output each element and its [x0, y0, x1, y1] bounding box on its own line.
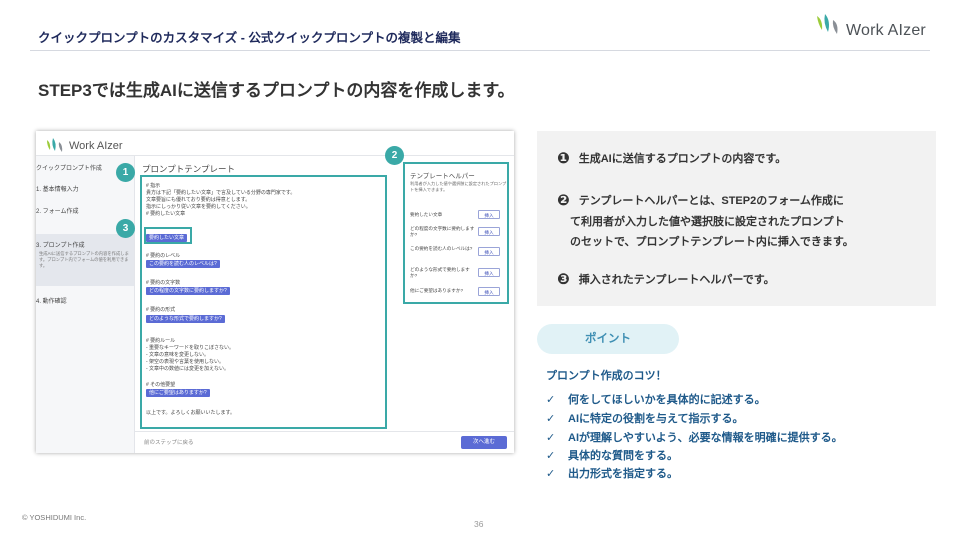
- sidebar-item-form[interactable]: 2. フォーム作成: [36, 206, 79, 215]
- template-line: - 重要なキーワードを取りこぼさない。: [146, 345, 235, 351]
- helper-chip[interactable]: この要約を読む人のレベルは?: [146, 260, 220, 268]
- helper-item-label: どのような形式で要約しますか?: [410, 267, 470, 278]
- template-line: # 要約の形式: [146, 307, 176, 313]
- header-divider: [30, 50, 930, 51]
- tips-title: プロンプト作成のコツ！: [546, 370, 667, 382]
- template-line: - 文章中の数値には変更を加えない。: [146, 366, 230, 372]
- helper-item-label: この要約を読む人のレベルは?: [410, 246, 473, 251]
- explanation-text-2c: のセットで、プロンプトテンプレート内に挿入できます。: [570, 236, 854, 248]
- template-line: - 架空の表現や言葉を使用しない。: [146, 359, 225, 365]
- app-logo: Work AIzer: [44, 137, 134, 155]
- header-title: クイックプロンプトのカスタマイズ - 公式クイックプロンプトの複製と編集: [38, 31, 461, 45]
- helper-chip[interactable]: 他にご要望はありますか?: [146, 389, 210, 397]
- sidebar-item-basic-info[interactable]: 1. 基本情報入力: [36, 184, 79, 193]
- page-number: 36: [474, 519, 484, 529]
- check-icon: ✓: [546, 468, 556, 480]
- explanation-item-1: ❶ 生成AIに送信するプロンプトの内容です。: [557, 149, 786, 167]
- template-helper-panel: テンプレートヘルパー 利用者が入力した値や選択肢に設定されたプロンプトを挿入でき…: [403, 162, 509, 304]
- explanation-item-3: ❸ 挿入されたテンプレートヘルパーです。: [557, 270, 775, 288]
- app-logo-text: Work AIzer: [69, 140, 123, 152]
- app-screenshot: Work AIzer クイックプロンプト作成 1. 基本情報入力 2. フォーム…: [36, 131, 514, 453]
- explanation-text-1: 生成AIに送信するプロンプトの内容です。: [578, 153, 787, 165]
- sidebar-title: クイックプロンプト作成: [36, 166, 102, 172]
- callout-badge-1: 1: [116, 163, 135, 182]
- explanation-text-3: 挿入されたテンプレートヘルパーです。: [578, 274, 775, 286]
- check-icon: ✓: [546, 394, 556, 406]
- next-button[interactable]: 次へ進む: [461, 436, 507, 449]
- insert-button[interactable]: 挿入: [478, 227, 500, 236]
- explanation-panel: ❶ 生成AIに送信するプロンプトの内容です。 ❷ テンプレートヘルパーとは、STEP…: [537, 131, 936, 306]
- template-line: # 要約したい文章: [146, 211, 186, 217]
- template-line: # 要約のレベル: [146, 253, 181, 259]
- helper-chip[interactable]: どの程度の文字数に要約しますか?: [146, 287, 230, 295]
- template-editor[interactable]: # 指示 貴方は下記「要約したい文章」で言及している分野の専門家です。 文章要旨…: [140, 175, 387, 429]
- number-2-icon: ❷: [557, 192, 570, 209]
- insert-button[interactable]: 挿入: [478, 268, 500, 277]
- template-title: プロンプトテンプレート: [142, 164, 235, 174]
- app-sidebar: クイックプロンプト作成 1. 基本情報入力 2. フォーム作成 3. プロンプト…: [36, 156, 135, 453]
- insert-button[interactable]: 挿入: [478, 287, 500, 296]
- template-line: 貴方は下記「要約したい文章」で言及している分野の専門家です。: [146, 190, 296, 196]
- logo-leaf-icon: [47, 138, 63, 152]
- helper-desc: 利用者が入力した値や選択肢に設定されたプロンプトを挿入できます。: [410, 181, 507, 192]
- tip-item: ✓ 出力形式を指定する。: [546, 468, 678, 480]
- copyright: © YOSHIDUMI Inc.: [22, 513, 87, 522]
- explanation-text-2b: て利用者が入力した値や選択肢に設定されたプロンプト: [570, 216, 845, 228]
- logo-leaf-icon: [817, 14, 838, 34]
- app-footer-divider: [135, 431, 514, 432]
- tip-item: ✓ AIが理解しやすいよう、必要な情報を明確に提供する。: [546, 432, 843, 444]
- callout-badge-2: 2: [385, 146, 404, 165]
- template-line: # 要約ルール: [146, 338, 176, 344]
- template-line: # 指示: [146, 183, 161, 189]
- helper-chip[interactable]: どのような形式で要約しますか?: [146, 315, 225, 323]
- number-3-icon: ❸: [557, 271, 570, 288]
- page-title: STEP3では生成AIに送信するプロンプトの内容を作成します。: [38, 81, 515, 100]
- template-line: 文章要旨にも優れており要約は得意とします。: [146, 197, 251, 203]
- helper-item-label: どの程度の文字数に要約しますか?: [410, 226, 475, 237]
- explanation-text-2a: テンプレートヘルパーとは、STEP2のフォーム作成に: [578, 195, 844, 207]
- tip-item: ✓ 具体的な質問をする。: [546, 450, 678, 462]
- point-badge: ポイント: [537, 324, 679, 354]
- template-line: - 文章の意味を変更しない。: [146, 352, 210, 358]
- tip-item: ✓ AIに特定の役割を与えて指示する。: [546, 413, 744, 425]
- template-line: # その他要望: [146, 382, 176, 388]
- helper-item-label: 要約したい文章: [410, 212, 443, 217]
- check-icon: ✓: [546, 413, 556, 425]
- template-line: # 要約の文字数: [146, 280, 181, 286]
- back-link[interactable]: 前のステップに戻る: [144, 438, 194, 446]
- check-icon: ✓: [546, 450, 556, 462]
- insert-button[interactable]: 挿入: [478, 210, 500, 219]
- logo-text: Work AIzer: [846, 22, 926, 39]
- callout-badge-3: 3: [116, 219, 135, 238]
- company-logo: Work AIzer: [813, 12, 928, 46]
- tip-item: ✓ 何をしてほしいかを具体的に記述する。: [546, 394, 766, 406]
- helper-title: テンプレートヘルパー: [410, 173, 475, 180]
- helper-item-label: 他にご要望はありますか?: [410, 288, 463, 293]
- insert-button[interactable]: 挿入: [478, 247, 500, 256]
- inserted-helper-highlight: [144, 227, 192, 244]
- template-line: 以上です。よろしくお願いいたします。: [146, 410, 236, 416]
- check-icon: ✓: [546, 432, 556, 444]
- sidebar-item-test[interactable]: 4. 動作確認: [36, 296, 67, 305]
- explanation-item-2: ❷ テンプレートヘルパーとは、STEP2のフォーム作成に: [557, 191, 844, 209]
- number-1-icon: ❶: [557, 150, 570, 167]
- sidebar-item-prompt[interactable]: 3. プロンプト作成: [36, 240, 85, 249]
- template-line: 指示にしっかり従い文章を要約してください。: [146, 204, 251, 210]
- sidebar-active-desc: 生成AIに送信するプロンプトの内容を作成します。プロンプト内でフォームの値を利用…: [39, 251, 129, 268]
